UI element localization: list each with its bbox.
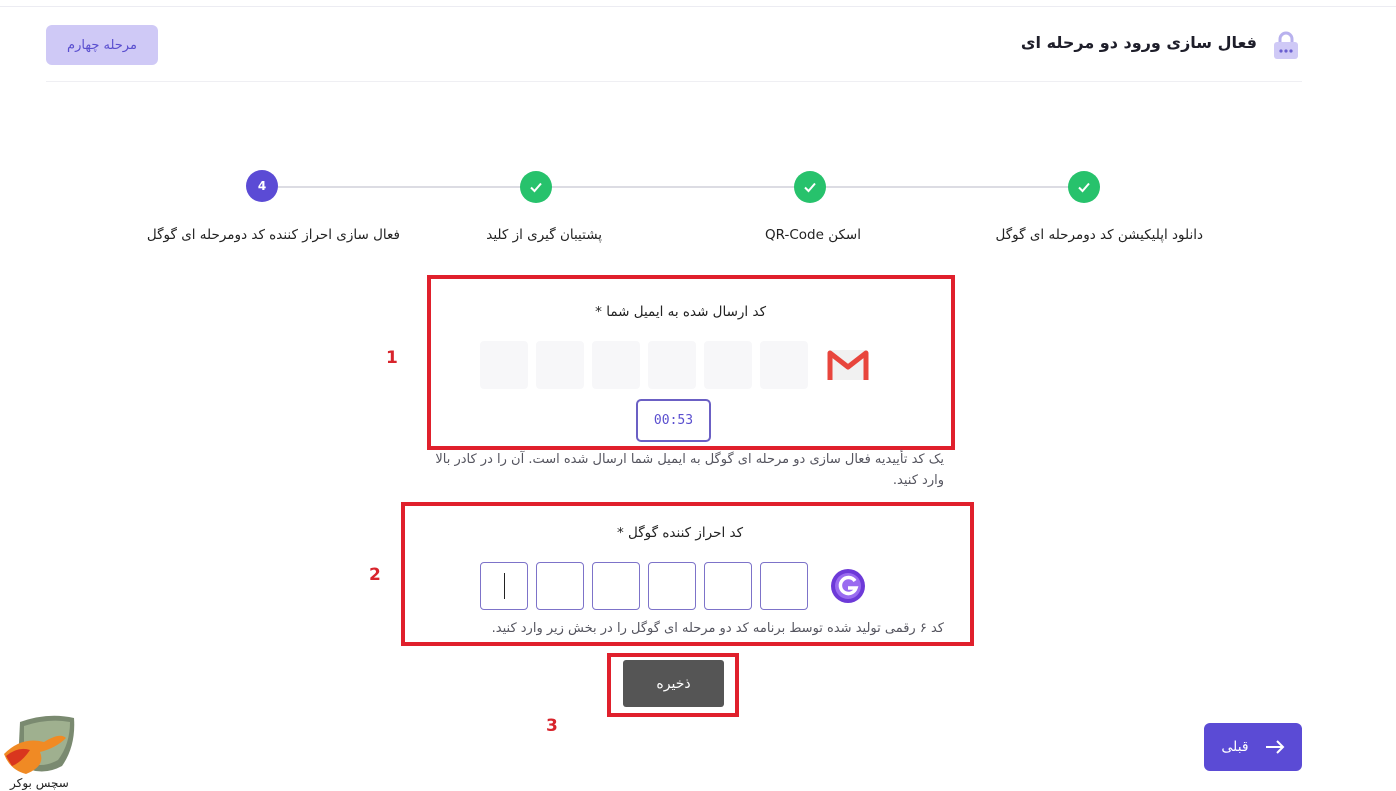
stage-badge: مرحله چهارم <box>46 25 158 65</box>
google-authenticator-icon <box>831 569 865 603</box>
email-code-digit-6[interactable] <box>480 341 528 389</box>
top-divider <box>0 6 1396 7</box>
email-code-digit-2[interactable] <box>704 341 752 389</box>
text-caret <box>504 573 505 599</box>
email-code-label: کد ارسال شده به ایمیل شما * <box>595 304 766 320</box>
annotation-number-1: 1 <box>386 348 398 368</box>
email-code-digit-4[interactable] <box>592 341 640 389</box>
previous-button-label: قبلی <box>1221 739 1249 755</box>
header-divider <box>46 81 1302 82</box>
google-code-digit-4[interactable] <box>592 562 640 610</box>
step-3-check-icon <box>520 171 552 203</box>
page-title: فعال سازی ورود دو مرحله ای <box>1020 33 1257 52</box>
email-code-help: یک کد تأییدیه فعال سازی دو مرحله ای گوگل… <box>435 452 944 488</box>
step-4-label: فعال سازی احراز کننده کد دومرحله ای گوگل <box>146 227 400 243</box>
resend-timer: 00:53 <box>636 399 711 442</box>
save-button[interactable]: ذخیره <box>623 660 724 707</box>
google-code-digit-3[interactable] <box>648 562 696 610</box>
lock-icon <box>1274 31 1298 59</box>
step-1-label: دانلود اپلیکیشن کد دومرحله ای گوگل <box>995 227 1203 243</box>
stepper-track <box>262 186 1085 188</box>
watermark-text: سچس بوکر <box>10 776 69 790</box>
step-1-check-icon <box>1068 171 1100 203</box>
step-2-label: اسکن QR-Code <box>765 227 861 243</box>
gmail-icon <box>827 350 869 380</box>
annotation-number-2: 2 <box>369 565 381 585</box>
arrow-right-icon <box>1265 740 1285 754</box>
google-code-digit-1[interactable] <box>760 562 808 610</box>
google-code-digit-2[interactable] <box>704 562 752 610</box>
watermark-logo <box>4 715 75 774</box>
google-code-digit-6[interactable] <box>480 562 528 610</box>
google-code-digit-5[interactable] <box>536 562 584 610</box>
step-4-number: 4 <box>246 170 278 202</box>
email-code-digit-3[interactable] <box>648 341 696 389</box>
email-code-digit-1[interactable] <box>760 341 808 389</box>
google-code-help: کد ۶ رقمی تولید شده توسط برنامه کد دو مر… <box>491 621 944 636</box>
annotation-number-3: 3 <box>546 716 558 736</box>
previous-button[interactable]: قبلی <box>1204 723 1302 771</box>
email-code-digit-5[interactable] <box>536 341 584 389</box>
step-3-label: پشتیبان گیری از کلید <box>486 227 602 243</box>
google-code-label: کد احراز کننده گوگل * <box>616 525 743 541</box>
step-2-check-icon <box>794 171 826 203</box>
